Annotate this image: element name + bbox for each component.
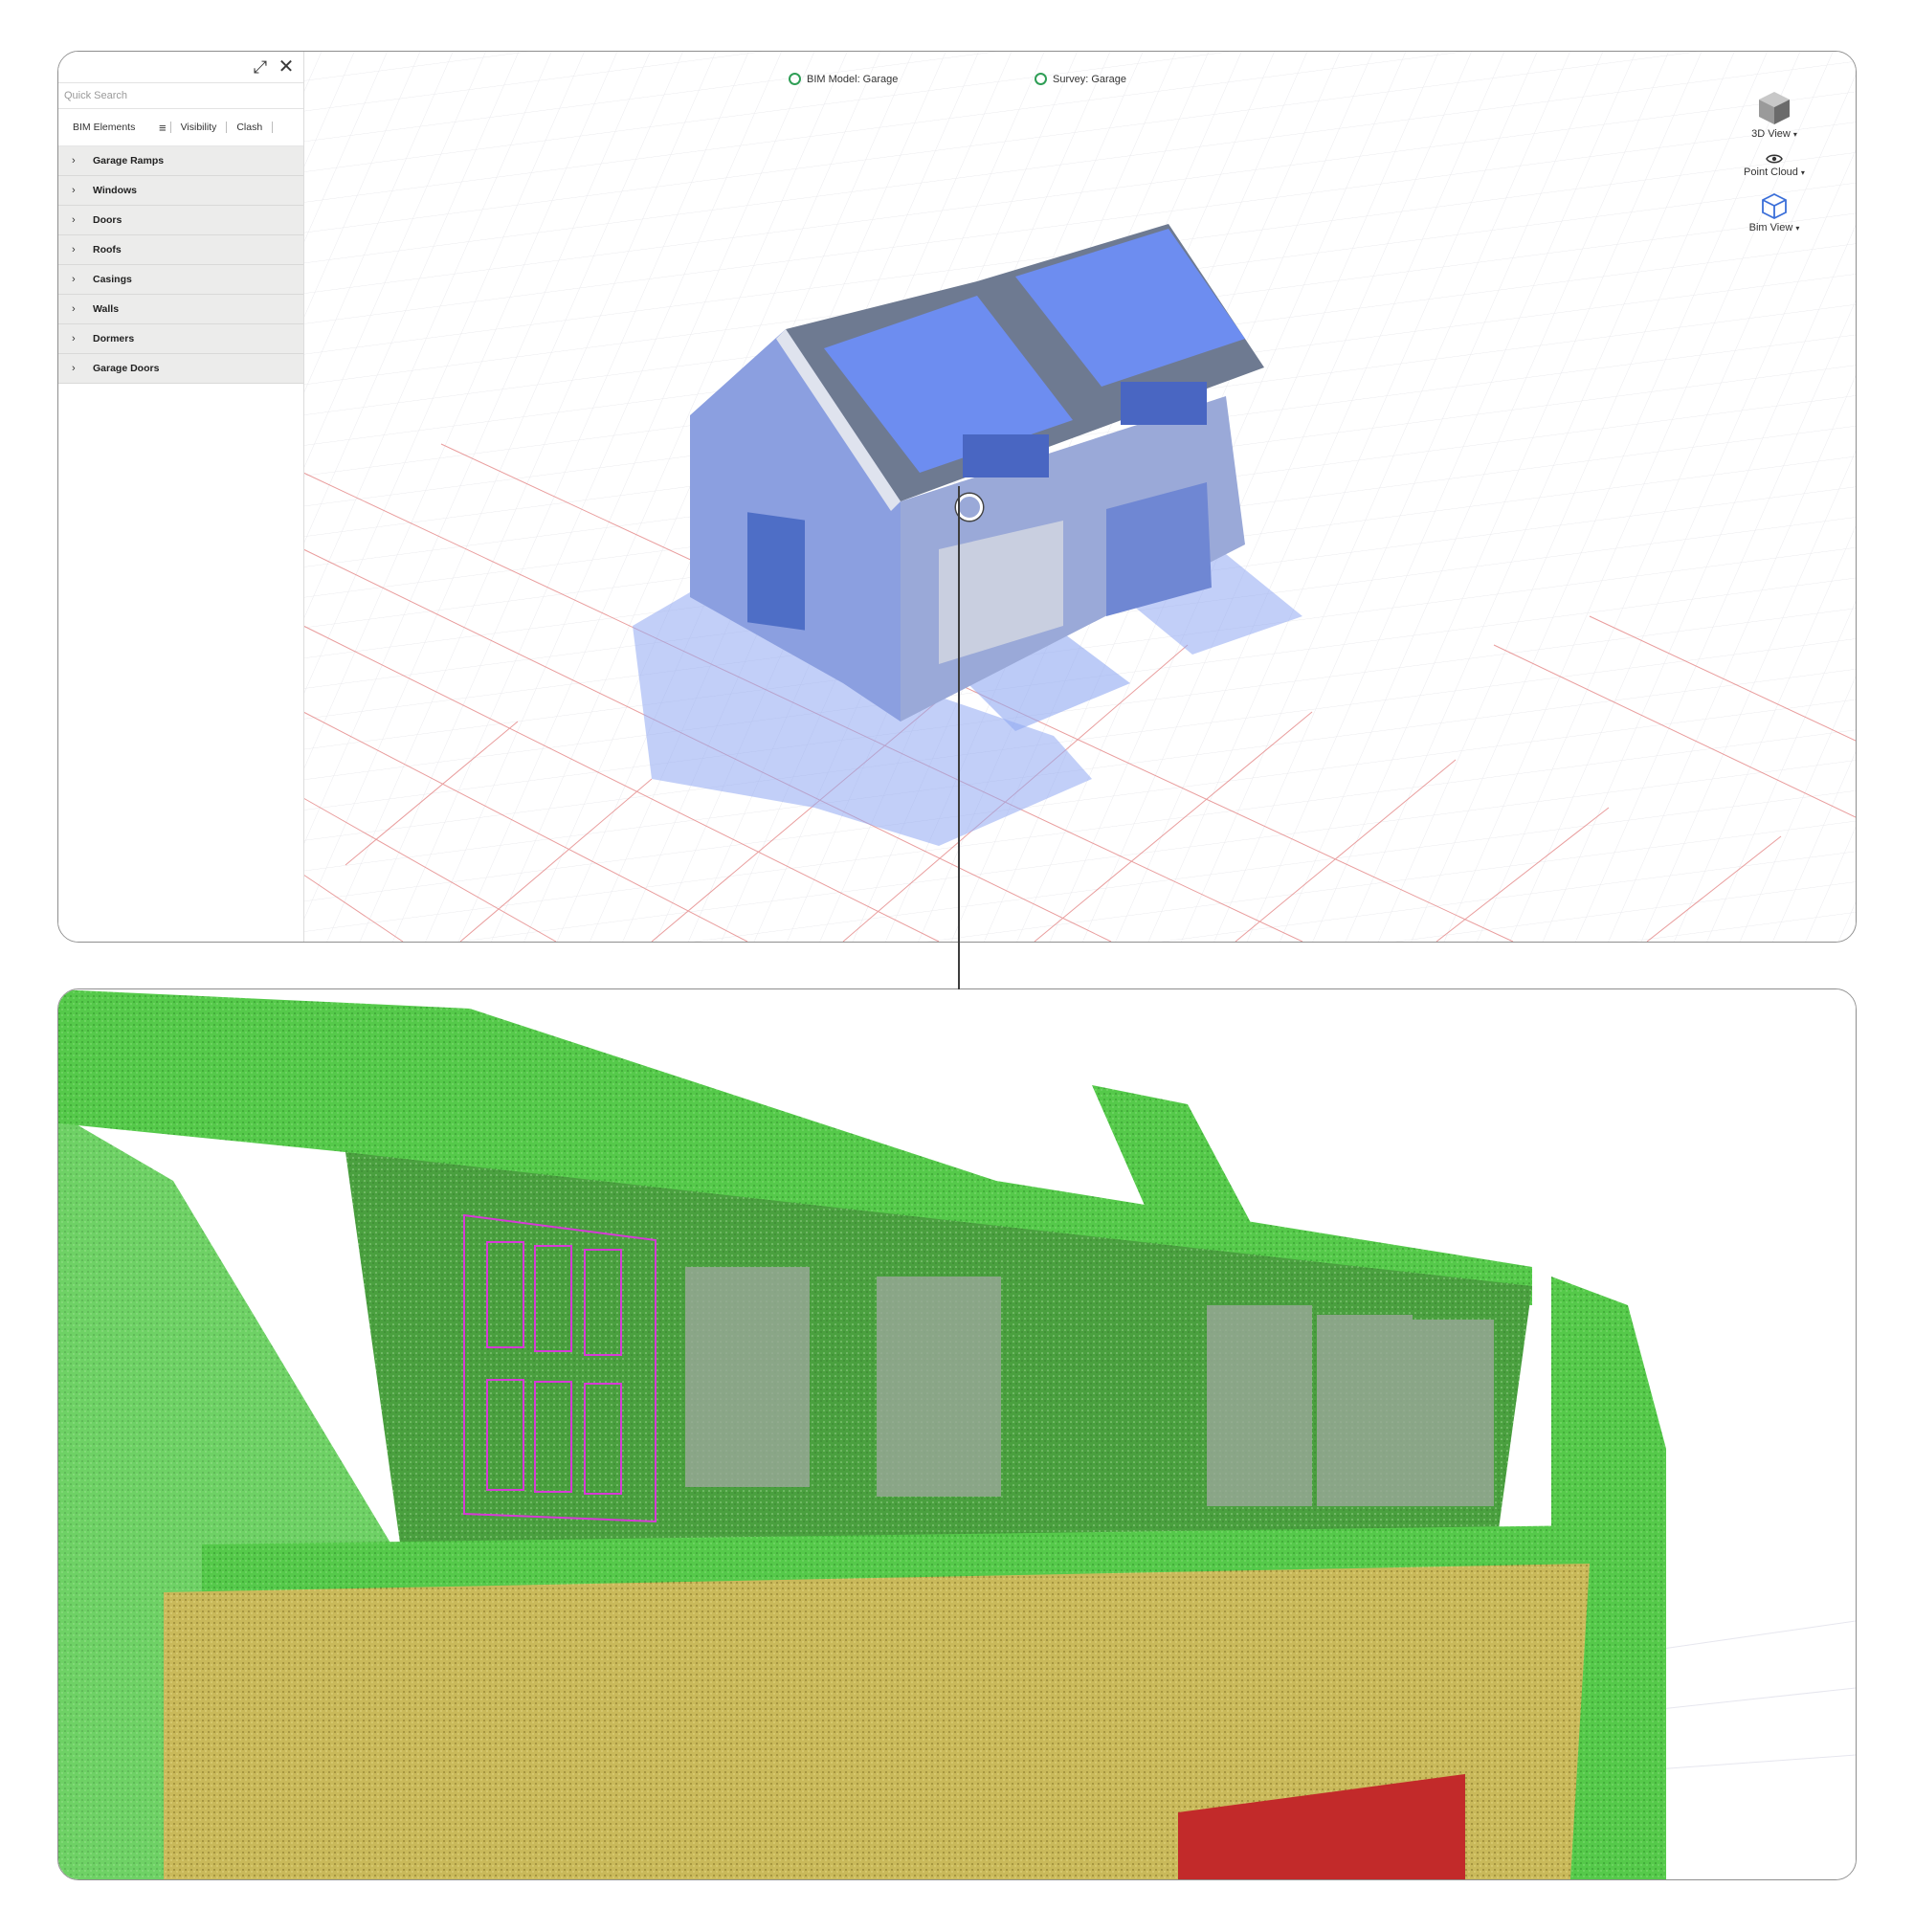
point-cloud-label: Point Cloud [1744, 167, 1798, 178]
sidebar-tabs: BIM Elements ≡ Visibility Clash [58, 109, 303, 146]
expand-icon[interactable]: ⤢ [251, 57, 270, 77]
category-walls[interactable]: › Walls [58, 295, 303, 324]
category-label: Roofs [93, 244, 122, 255]
category-list: › Garage Ramps › Windows › Doors › Roofs › Ca… [58, 146, 303, 384]
category-doors[interactable]: › Doors [58, 206, 303, 235]
survey-indicator[interactable]: Survey: Garage [1035, 73, 1126, 85]
viewer-panel[interactable]: ⤢ ✕ BIM Elements ≡ Visibility Clash › Gar… [57, 51, 1857, 943]
survey-label: Survey: Garage [1053, 73, 1127, 85]
chevron-right-icon: › [72, 303, 76, 315]
cube-icon [1759, 92, 1790, 124]
category-label: Dormers [93, 333, 135, 344]
chevron-right-icon: › [72, 214, 76, 226]
model-viewport[interactable] [58, 52, 1856, 942]
filter-icon[interactable]: ≡ [159, 121, 167, 135]
category-label: Windows [93, 185, 137, 196]
category-casings[interactable]: › Casings [58, 265, 303, 295]
eye-icon [1766, 154, 1783, 164]
chevron-right-icon: › [72, 363, 76, 374]
search-input[interactable] [62, 89, 296, 102]
bim-view-label: Bim View [1748, 222, 1793, 233]
tab-clash[interactable]: Clash [227, 122, 272, 133]
view-3d-button[interactable]: 3D View ▾ [1722, 90, 1827, 140]
point-cloud-closeup[interactable] [58, 989, 1856, 1879]
chevron-right-icon: › [72, 155, 76, 167]
bim-cube-icon [1762, 192, 1787, 220]
point-cloud-button[interactable]: Point Cloud ▾ [1722, 153, 1827, 178]
caret-down-icon: ▾ [1792, 130, 1797, 139]
bim-view-button[interactable]: Bim View ▾ [1722, 191, 1827, 233]
category-label: Garage Doors [93, 363, 160, 374]
chevron-right-icon: › [72, 185, 76, 196]
bim-sidebar: ⤢ ✕ BIM Elements ≡ Visibility Clash › Gar… [58, 52, 304, 942]
callout-connector [958, 486, 960, 989]
caret-down-icon: ▾ [1800, 168, 1805, 177]
category-garage-doors[interactable]: › Garage Doors [58, 354, 303, 384]
detail-panel [57, 988, 1857, 1880]
chevron-right-icon: › [72, 244, 76, 255]
category-label: Garage Ramps [93, 155, 165, 167]
chevron-right-icon: › [72, 274, 76, 285]
view-toolbar: 3D View ▾ Point Cloud ▾ Bim View ▾ [1722, 90, 1827, 247]
status-ring-icon [789, 73, 801, 85]
view-3d-label: 3D View [1751, 128, 1791, 140]
tab-divider [272, 122, 274, 133]
category-windows[interactable]: › Windows [58, 176, 303, 206]
category-roofs[interactable]: › Roofs [58, 235, 303, 265]
bim-model-label: BIM Model: Garage [807, 73, 899, 85]
quick-search [58, 82, 303, 109]
caret-down-icon: ▾ [1795, 224, 1800, 233]
close-icon[interactable]: ✕ [277, 57, 296, 77]
status-ring-icon [1035, 73, 1047, 85]
chevron-right-icon: › [72, 333, 76, 344]
category-label: Walls [93, 303, 120, 315]
category-label: Doors [93, 214, 122, 226]
category-garage-ramps[interactable]: › Garage Ramps [58, 146, 303, 176]
category-dormers[interactable]: › Dormers [58, 324, 303, 354]
tab-visibility[interactable]: Visibility [171, 122, 227, 133]
annotation-pin[interactable] [956, 494, 983, 521]
sidebar-header: ⤢ ✕ [58, 52, 303, 82]
tab-bim-elements[interactable]: BIM Elements [58, 122, 159, 133]
category-label: Casings [93, 274, 132, 285]
bim-model-indicator[interactable]: BIM Model: Garage [789, 73, 898, 85]
